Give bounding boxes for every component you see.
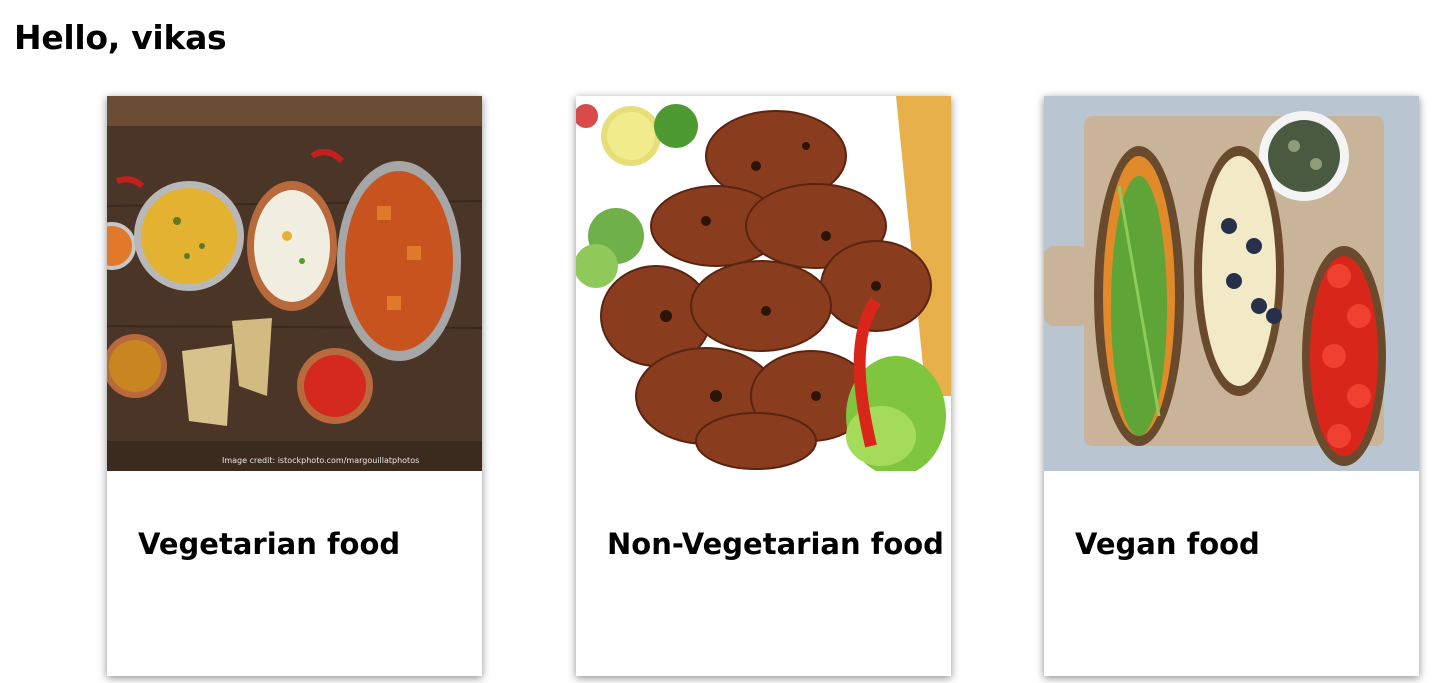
card-vegan-food[interactable]: Vegan food [1044,96,1419,676]
vegetarian-food-image: Image credit: istockphoto.com/margouilla… [107,96,482,471]
card-title-vegetarian: Vegetarian food [138,527,401,561]
card-title-non-vegetarian: Non-Vegetarian food [607,527,944,561]
card-non-vegetarian-food[interactable]: Non-Vegetarian food [576,96,951,676]
card-vegetarian-food[interactable]: Image credit: istockphoto.com/margouilla… [107,96,482,676]
vegan-food-image [1044,96,1419,471]
card-title-vegan: Vegan food [1075,527,1260,561]
image-credit: Image credit: istockphoto.com/margouilla… [222,456,419,465]
greeting-heading: Hello, vikas [14,18,227,57]
non-vegetarian-food-image [576,96,951,471]
